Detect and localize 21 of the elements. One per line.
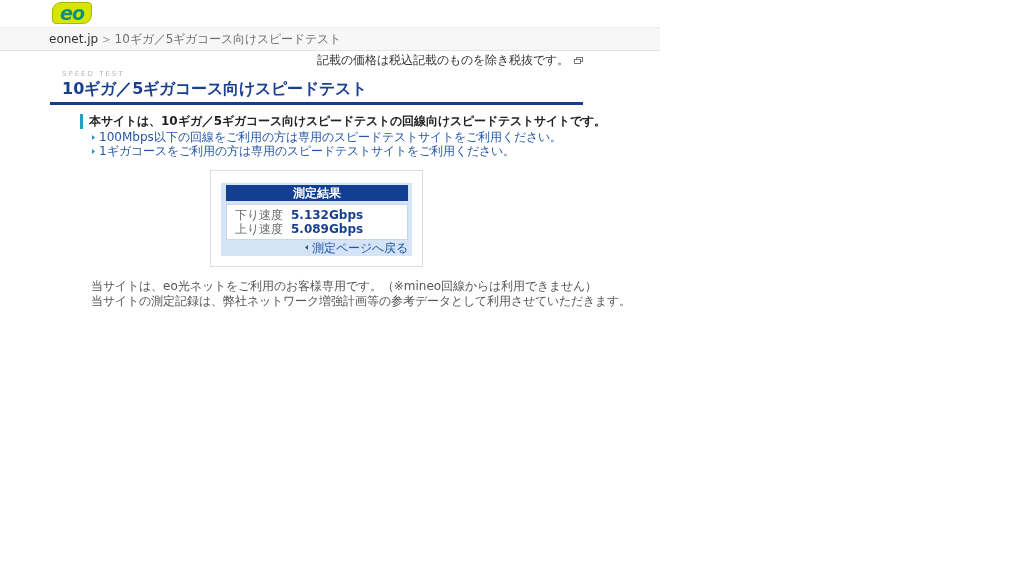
triangle-icon: [92, 148, 95, 154]
triangle-icon: [305, 245, 308, 250]
note-text: 当サイトは、eo光ネットをご利用のお客様専用です。（※mineo回線からは利用できません）: [91, 279, 598, 294]
speed-label: 上り速度: [235, 221, 283, 238]
tax-note: 記載の価格は税込記載のものを除き税抜です。: [317, 53, 569, 68]
page-title: 10ギガ／5ギガコース向けスピードテスト: [62, 79, 368, 99]
breadcrumb-separator: >: [102, 33, 111, 45]
accent-bar: [80, 113, 83, 129]
speed-label: 下り速度: [235, 206, 283, 223]
note-text: 当サイトの測定記録は、弊社ネットワーク増強計画等の参考データとして利用させていただきます。: [91, 294, 631, 309]
speed-test-link[interactable]: 1ギガコースをご利用の方は専用のスピードテストサイトをご利用ください。: [92, 144, 515, 158]
breadcrumb-link[interactable]: eonet.jp: [49, 31, 99, 47]
notice-lead: 本サイトは、10ギガ／5ギガコース向けスピードテストの回線向けスピードテストサイトです。: [89, 113, 607, 129]
speed-value: 5.132Gbps: [291, 208, 364, 222]
speed-value: 5.089Gbps: [291, 222, 364, 236]
speed-test-link[interactable]: 100Mbps以下の回線をご利用の方は専用のスピードテストサイトをご利用ください。: [92, 130, 562, 144]
window-icon: [574, 57, 583, 64]
triangle-icon: [92, 134, 95, 140]
result-title: 測定結果: [226, 185, 408, 201]
back-link[interactable]: 測定ページへ戻る: [305, 240, 408, 255]
breadcrumb-current[interactable]: 10ギガ／5ギガコース向けスピードテスト: [114, 31, 342, 47]
